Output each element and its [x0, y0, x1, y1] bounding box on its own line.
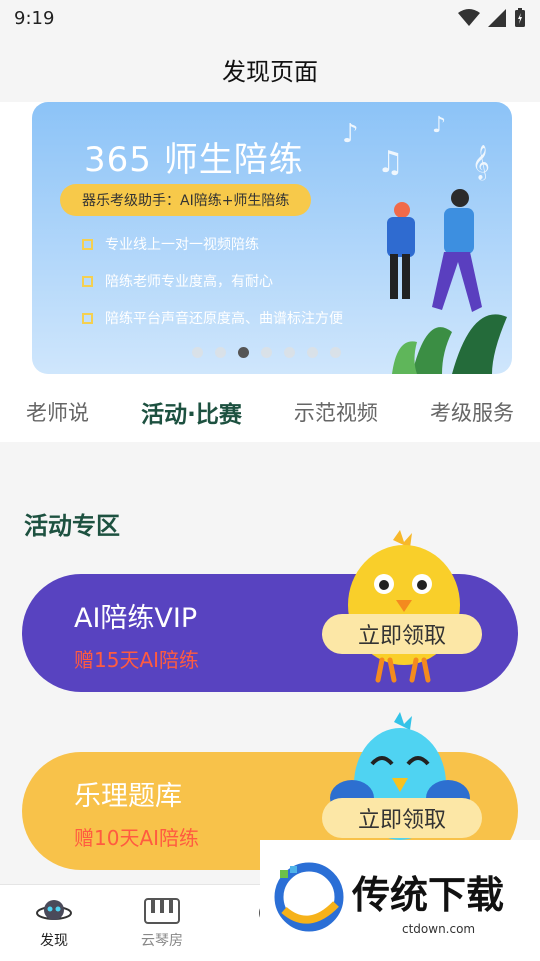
square-bullet-icon: [82, 238, 93, 250]
header: 发现页面: [0, 36, 540, 102]
svg-text:♪: ♪: [432, 113, 446, 138]
watermark-url: ctdown.com: [402, 922, 476, 936]
banner-tagline: 器乐考级助手：AI陪练+师生陪练: [60, 184, 312, 216]
carousel-dot[interactable]: [307, 347, 318, 358]
carousel-dot[interactable]: [261, 347, 272, 358]
tab-teacher-talk[interactable]: 老师说: [26, 397, 89, 427]
square-bullet-icon: [82, 275, 93, 287]
status-time: 9:19: [14, 7, 55, 29]
card-title: AI陪练VIP: [74, 603, 198, 634]
banner-points: 专业线上一对一视频陪练 陪练老师专业度高，有耐心 陪练平台声音还原度高、曲谱标注…: [82, 234, 343, 345]
banner-point: 专业线上一对一视频陪练: [82, 234, 343, 254]
status-icons: [458, 8, 526, 28]
status-bar: 9:19: [0, 0, 540, 36]
tab-demo-videos[interactable]: 示范视频: [294, 397, 378, 427]
tab-activities-contests[interactable]: 活动·比赛: [141, 395, 242, 429]
carousel-dot[interactable]: [330, 347, 341, 358]
watermark: 传统下载 ctdown.com: [260, 840, 540, 960]
piano-icon: [144, 896, 180, 926]
watermark-title: 传统下载: [352, 873, 505, 917]
banner-point: 陪练老师专业度高，有耐心: [82, 271, 343, 291]
svg-text:𝄞: 𝄞: [472, 145, 490, 181]
carousel-dot[interactable]: [215, 347, 226, 358]
wifi-icon: [458, 9, 480, 26]
carousel-dot-active[interactable]: [238, 347, 249, 358]
nav-label: 云琴房: [141, 933, 183, 949]
card-title: 乐理题库: [74, 781, 182, 812]
claim-button[interactable]: 立即领取: [322, 614, 482, 654]
tab-exam-services[interactable]: 考级服务: [430, 397, 514, 427]
card-subtitle: 赠10天AI陪练: [74, 826, 200, 850]
carousel-indicator: [192, 347, 341, 358]
card-subtitle: 赠15天AI陪练: [74, 648, 200, 672]
section-title: 活动专区: [24, 512, 120, 540]
watermark-logo-icon: [274, 862, 344, 932]
square-bullet-icon: [82, 312, 93, 324]
nav-discover[interactable]: 发现: [0, 885, 108, 961]
carousel-dot[interactable]: [284, 347, 295, 358]
svg-text:♪: ♪: [342, 119, 359, 149]
dancing-people-illustration: ♪ ♫ ♪ 𝄞: [342, 113, 507, 374]
nav-cloud-piano-room[interactable]: 云琴房: [108, 885, 216, 961]
category-tabs: 老师说 活动·比赛 示范视频 考级服务: [0, 384, 540, 440]
signal-icon: [488, 9, 506, 27]
yellow-chick-mascot-icon: [348, 530, 460, 683]
battery-icon: [515, 8, 525, 27]
banner-title: 365 师生陪练: [84, 140, 304, 180]
banner-point: 陪练平台声音还原度高、曲谱标注方便: [82, 308, 343, 328]
page-title: 发现页面: [222, 57, 318, 86]
claim-button[interactable]: 立即领取: [322, 798, 482, 838]
nav-label: 发现: [40, 933, 68, 949]
promo-banner[interactable]: 365 师生陪练 器乐考级助手：AI陪练+师生陪练 专业线上一对一视频陪练 陪练…: [32, 102, 512, 374]
carousel-dot[interactable]: [192, 347, 203, 358]
planet-icon: [36, 896, 72, 926]
svg-text:♫: ♫: [377, 145, 404, 180]
